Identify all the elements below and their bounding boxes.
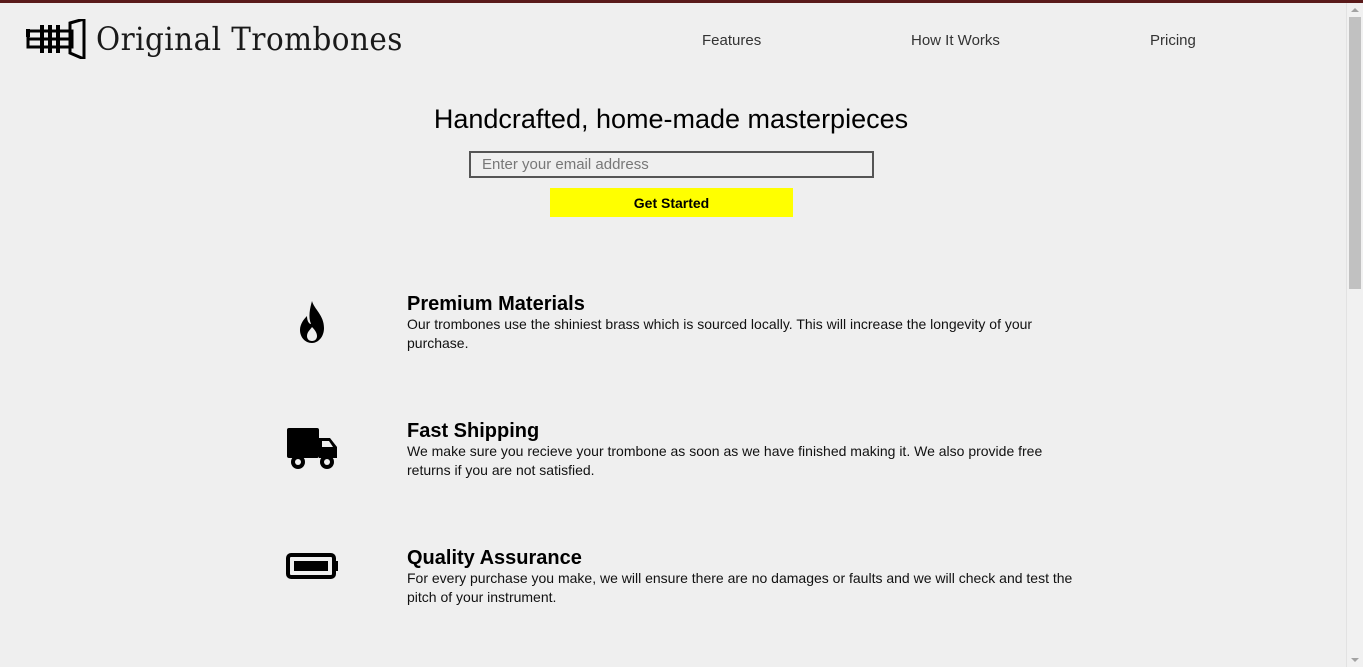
feature-title: Premium Materials (407, 293, 585, 315)
nav-link-how-it-works[interactable]: How It Works (911, 32, 1000, 49)
get-started-button[interactable]: Get Started (550, 188, 793, 217)
truck-icon (280, 416, 344, 480)
feature-description: We make sure you recieve your trombone a… (407, 443, 1043, 478)
feature-description: Our trombones use the shiniest brass whi… (407, 316, 1033, 351)
logo[interactable]: Original Trombones (26, 17, 430, 61)
feature-title: Fast Shipping (407, 420, 540, 442)
logo-text: Original Trombones (96, 20, 403, 58)
scroll-up-arrow-icon[interactable] (1351, 8, 1359, 12)
hero-title: Handcrafted, home-made masterpieces (433, 104, 909, 134)
vertical-scrollbar[interactable] (1346, 3, 1363, 667)
feature-premium-materials: Premium Materials Our trombones use the … (280, 293, 1080, 373)
nav-link-pricing[interactable]: Pricing (1150, 32, 1196, 49)
feature-description: For every purchase you make, we will ens… (407, 570, 1073, 605)
trumpet-logo-icon (26, 19, 86, 59)
feature-title: Quality Assurance (407, 547, 582, 569)
feature-quality-assurance: Quality Assurance For every purchase you… (280, 547, 1080, 627)
feature-fast-shipping: Fast Shipping We make sure you recieve y… (280, 420, 1080, 500)
scroll-down-arrow-icon[interactable] (1351, 658, 1359, 662)
battery-full-icon (280, 534, 344, 598)
fire-icon (280, 291, 344, 355)
site-header: Original Trombones Features How It Works… (0, 3, 1346, 73)
email-input[interactable] (469, 151, 874, 178)
scrollbar-thumb[interactable] (1349, 17, 1361, 289)
nav-link-features[interactable]: Features (702, 32, 761, 49)
